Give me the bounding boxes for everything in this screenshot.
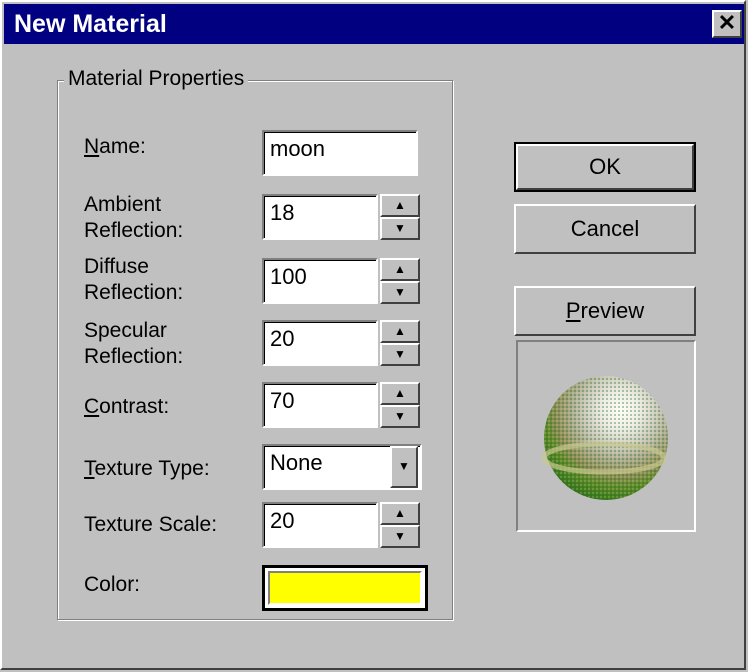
name-input[interactable]: moon [262,130,418,176]
contrast-spinner[interactable]: ▲ ▼ [380,382,420,428]
arrow-down-icon: ▼ [394,221,406,235]
texture-scale-spinner[interactable]: ▲ ▼ [380,502,420,548]
contrast-spin-up-button[interactable]: ▲ [380,382,420,405]
specular-spin-down-button[interactable]: ▼ [380,343,420,366]
window-title: New Material [14,10,167,38]
specular-spin-up-button[interactable]: ▲ [380,320,420,343]
chevron-down-icon: ▼ [398,459,410,473]
contrast-input[interactable]: 70 [262,382,378,428]
dialog-window: New Material ✕ Material Properties Name:… [0,0,746,670]
ambient-spinner[interactable]: ▲ ▼ [380,194,420,240]
texture-scale-spin-up-button[interactable]: ▲ [380,502,420,525]
arrow-down-icon: ▼ [394,409,406,423]
ambient-spin-down-button[interactable]: ▼ [380,217,420,240]
diffuse-label: Diffuse Reflection: [84,255,184,304]
arrow-down-icon: ▼ [394,347,406,361]
arrow-down-icon: ▼ [394,529,406,543]
sphere-preview-icon [541,376,668,500]
specular-spinner[interactable]: ▲ ▼ [380,320,420,366]
ok-button[interactable]: OK [514,142,696,192]
diffuse-spinner[interactable]: ▲ ▼ [380,258,420,304]
group-legend: Material Properties [64,67,249,91]
contrast-label-rest: ontrast: [99,395,170,418]
arrow-up-icon: ▲ [394,386,406,400]
name-label: Name: [84,135,146,158]
arrow-up-icon: ▲ [394,262,406,276]
color-swatch-button[interactable] [262,565,428,611]
name-label-rest: ame: [99,135,146,158]
diffuse-input[interactable]: 100 [262,258,378,304]
contrast-spin-down-button[interactable]: ▼ [380,405,420,428]
color-label: Color: [84,573,141,596]
ambient-input[interactable]: 18 [262,194,378,240]
arrow-down-icon: ▼ [394,285,406,299]
preview-button-label: Preview [565,298,645,323]
texture-type-label: Texture Type: [84,457,210,480]
arrow-up-icon: ▲ [394,506,406,520]
title-bar[interactable]: New Material ✕ [4,4,744,44]
close-icon: ✕ [717,10,737,35]
texture-scale-label: Texture Scale: [84,513,218,536]
preview-panel [516,340,696,532]
ambient-spin-up-button[interactable]: ▲ [380,194,420,217]
specular-input[interactable]: 20 [262,320,378,366]
cancel-button[interactable]: Cancel [514,204,696,254]
contrast-label: Contrast: [84,395,170,418]
cancel-button-label: Cancel [570,216,640,241]
texture-scale-input[interactable]: 20 [262,502,378,548]
texture-type-value: None [270,450,323,475]
color-swatch-fill [268,571,422,605]
specular-label: Specular Reflection: [84,319,184,368]
arrow-up-icon: ▲ [394,324,406,338]
preview-button[interactable]: Preview [514,286,696,336]
texture-type-label-rest: exture Type: [94,457,210,480]
texture-scale-spin-down-button[interactable]: ▼ [380,525,420,548]
texture-type-dropdown-button[interactable]: ▼ [390,446,418,488]
arrow-up-icon: ▲ [394,198,406,212]
diffuse-spin-up-button[interactable]: ▲ [380,258,420,281]
ok-button-label: OK [589,154,621,179]
ambient-label: Ambient Reflection: [84,193,184,242]
diffuse-spin-down-button[interactable]: ▼ [380,281,420,304]
sphere-texture [544,376,668,500]
close-button[interactable]: ✕ [712,10,742,38]
